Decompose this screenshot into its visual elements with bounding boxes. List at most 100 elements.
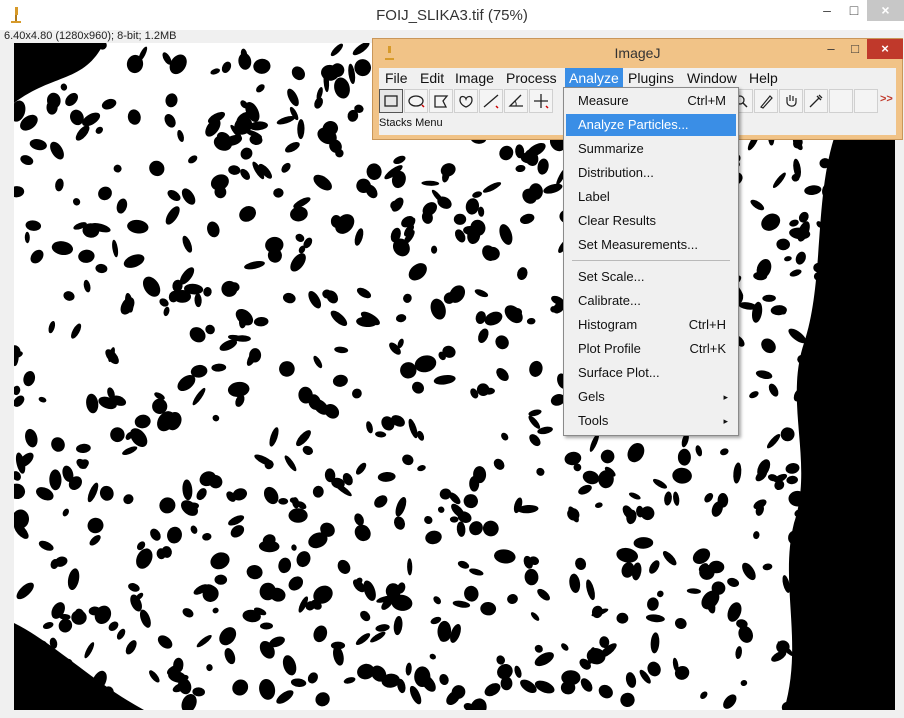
title-bar[interactable]: FOIJ_SLIKA3.tif (75%) – □ × (0, 0, 904, 30)
menu-item-label[interactable]: Label (566, 186, 736, 208)
particle (14, 186, 25, 198)
particle (150, 528, 161, 541)
menu-image[interactable]: Image (451, 68, 498, 88)
particle (116, 198, 128, 214)
menu-help[interactable]: Help (745, 68, 782, 88)
particle (672, 467, 692, 484)
particle (287, 88, 299, 107)
particle (334, 346, 349, 354)
imagej-close-button[interactable]: × (867, 39, 903, 59)
particle (478, 328, 489, 343)
particle (377, 471, 396, 482)
menu-process[interactable]: Process (502, 68, 561, 88)
particle (464, 585, 479, 602)
particle (439, 488, 452, 500)
hand-tool[interactable] (779, 89, 803, 113)
image-canvas[interactable] (14, 43, 895, 710)
particle (167, 526, 182, 544)
particle (649, 560, 660, 574)
particle (543, 183, 563, 194)
freehand-tool[interactable] (454, 89, 478, 113)
particle (330, 43, 343, 57)
color-picker-tool[interactable] (804, 89, 828, 113)
particle (113, 164, 122, 173)
more-tools-button[interactable]: >> (880, 93, 893, 105)
menu-item-calibrate[interactable]: Calibrate... (566, 290, 736, 312)
menu-item-set-measurements[interactable]: Set Measurements... (566, 234, 736, 256)
particle (482, 245, 497, 261)
rectangle-icon (384, 95, 398, 107)
particle (561, 643, 569, 651)
particle (313, 355, 323, 369)
menu-item-set-scale[interactable]: Set Scale... (566, 266, 736, 288)
particle (163, 306, 170, 317)
point-tool[interactable] (529, 89, 553, 113)
particle (94, 605, 112, 625)
menu-item-plot-profile[interactable]: Plot Profile Ctrl+K (566, 338, 736, 360)
rectangle-tool[interactable] (379, 89, 403, 113)
imagej-minimize-button[interactable]: – (819, 39, 843, 59)
particle (63, 291, 75, 301)
particle (87, 517, 104, 534)
particle (315, 692, 330, 707)
minimize-button[interactable]: – (813, 0, 841, 21)
particle (212, 414, 220, 422)
tool-slot-empty[interactable] (854, 89, 878, 113)
menu-analyze[interactable]: Analyze (565, 68, 623, 88)
menu-edit[interactable]: Edit (416, 68, 448, 88)
menu-item-clear-results[interactable]: Clear Results (566, 210, 736, 232)
particle (750, 199, 765, 211)
particle (500, 676, 513, 691)
menu-window[interactable]: Window (683, 68, 741, 88)
particle (354, 228, 364, 246)
particle (76, 443, 91, 454)
particle (357, 663, 375, 680)
angle-tool[interactable] (504, 89, 528, 113)
polygon-tool[interactable] (429, 89, 453, 113)
particle (785, 463, 800, 474)
submenu-arrow-icon: ▸ (723, 392, 728, 402)
menu-item-analyze-particles[interactable]: Analyze Particles... (566, 114, 736, 136)
imagej-maximize-button[interactable]: □ (843, 39, 867, 59)
particle (723, 694, 737, 709)
particle (189, 327, 206, 343)
particle (761, 338, 776, 354)
dropper-tool[interactable] (754, 89, 778, 113)
tool-slot-empty[interactable] (829, 89, 853, 113)
window-title: FOIJ_SLIKA3.tif (75%) (376, 7, 528, 24)
particle (412, 381, 424, 394)
menu-item-gels[interactable]: Gels ▸ (566, 386, 736, 408)
menu-file[interactable]: File (381, 68, 412, 88)
particle (122, 446, 138, 456)
particle (65, 92, 78, 107)
particle (128, 583, 140, 592)
menu-item-tools[interactable]: Tools ▸ (566, 410, 736, 432)
menu-item-measure[interactable]: Measure Ctrl+M (566, 90, 736, 112)
particle (276, 690, 294, 704)
particle (700, 691, 708, 699)
particle (182, 479, 193, 501)
menu-item-histogram[interactable]: Histogram Ctrl+H (566, 314, 736, 336)
particle (221, 61, 232, 73)
particle (240, 147, 253, 160)
particle (313, 625, 328, 643)
menu-item-surface-plot[interactable]: Surface Plot... (566, 362, 736, 384)
oval-tool[interactable] (404, 89, 428, 113)
menu-plugins[interactable]: Plugins (624, 68, 678, 88)
particle (240, 168, 251, 180)
particle (67, 568, 80, 591)
particle (98, 186, 112, 201)
particle (374, 495, 388, 508)
particle (282, 655, 297, 676)
particle (424, 515, 433, 525)
particle (433, 596, 442, 605)
menu-item-distribution[interactable]: Distribution... (566, 162, 736, 184)
particle (290, 206, 308, 222)
particle (354, 59, 372, 77)
close-button[interactable]: × (867, 0, 904, 21)
particle (594, 502, 603, 508)
line-tool[interactable] (479, 89, 503, 113)
particle (366, 421, 373, 434)
menu-item-summarize[interactable]: Summarize (566, 138, 736, 160)
maximize-button[interactable]: □ (841, 0, 867, 21)
